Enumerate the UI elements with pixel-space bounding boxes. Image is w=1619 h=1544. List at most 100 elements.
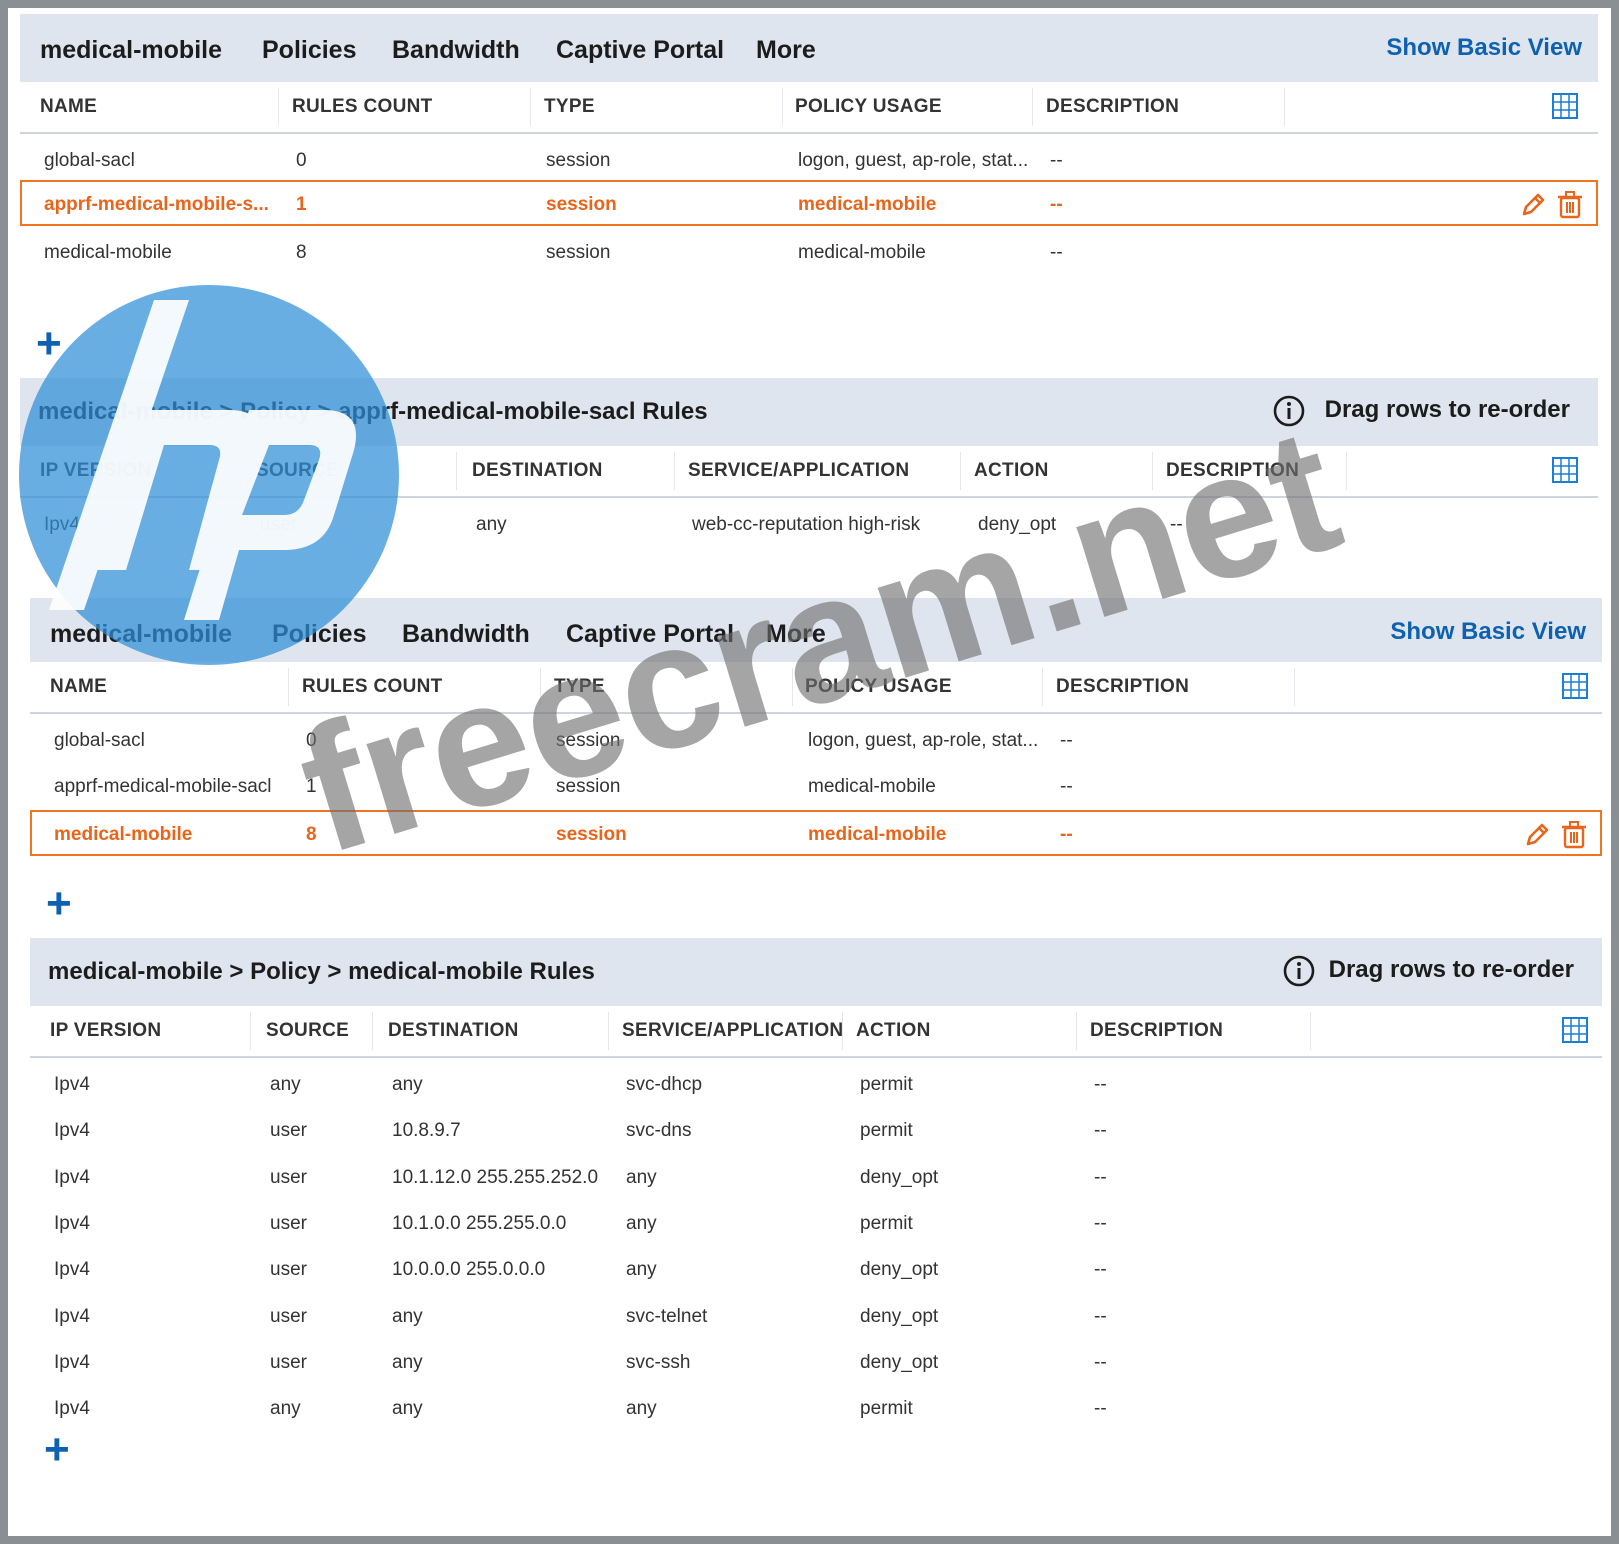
col-description[interactable]: DESCRIPTION <box>1046 96 1179 118</box>
column-grid-icon[interactable] <box>1562 673 1588 699</box>
rule-description: -- <box>1094 1120 1107 1142</box>
rule-ip-version: Ipv4 <box>54 1120 90 1142</box>
edit-pencil-icon[interactable] <box>1522 820 1552 850</box>
policy-row-global-sacl[interactable]: global-sacl 0 session logon, guest, ap-r… <box>30 718 1602 764</box>
breadcrumb: medical-mobile > Policy > apprf-medical-… <box>38 398 708 425</box>
col-name[interactable]: NAME <box>40 96 97 118</box>
rule-action: deny_opt <box>860 1351 939 1373</box>
rule-description: -- <box>1094 1166 1107 1188</box>
rule-service: any <box>626 1259 657 1281</box>
col-description[interactable]: DESCRIPTION <box>1166 460 1299 482</box>
breadcrumb: medical-mobile > Policy > medical-mobile… <box>48 958 595 985</box>
rule-service: svc-dns <box>626 1120 692 1142</box>
policy-type: session <box>546 194 617 215</box>
col-source[interactable]: SOURCE <box>256 460 339 482</box>
bottom-panel: medical-mobile Policies Bandwidth Captiv… <box>30 598 1602 1528</box>
tab-captive-portal[interactable]: Captive Portal <box>566 620 734 649</box>
info-icon <box>1273 395 1305 427</box>
tab-more[interactable]: More <box>766 620 826 649</box>
top-tab-bar: medical-mobile Policies Bandwidth Captiv… <box>20 14 1598 87</box>
policy-table-header: NAME RULES COUNT TYPE POLICY USAGE DESCR… <box>20 82 1598 134</box>
policy-row-medical-mobile-selected[interactable]: medical-mobile 8 session medical-mobile … <box>30 810 1602 856</box>
col-description[interactable]: DESCRIPTION <box>1090 1020 1223 1042</box>
policy-description: -- <box>1050 194 1063 215</box>
col-rules-count[interactable]: RULES COUNT <box>292 96 433 118</box>
tab-more[interactable]: More <box>756 36 816 65</box>
add-policy-button[interactable]: + <box>36 322 62 366</box>
col-service-application[interactable]: SERVICE/APPLICATION <box>688 460 909 482</box>
rule-service: web-cc-reputation high-risk <box>692 514 921 535</box>
col-service-application[interactable]: SERVICE/APPLICATION <box>622 1020 843 1042</box>
col-policy-usage[interactable]: POLICY USAGE <box>795 96 942 118</box>
show-basic-view-link[interactable]: Show Basic View <box>1386 34 1582 62</box>
column-grid-icon[interactable] <box>1552 93 1578 119</box>
add-rule-button[interactable]: + <box>44 1428 70 1472</box>
col-description[interactable]: DESCRIPTION <box>1056 676 1189 698</box>
show-basic-view-link[interactable]: Show Basic View <box>1390 618 1586 646</box>
policy-usage: medical-mobile <box>808 776 936 797</box>
rule-service: any <box>626 1212 657 1234</box>
policy-usage: logon, guest, ap-role, stat... <box>798 150 1029 171</box>
rule-row[interactable]: Ipv4 user any web-cc-reputation high-ris… <box>20 502 1598 548</box>
tab-bandwidth[interactable]: Bandwidth <box>392 36 520 65</box>
rules-table-header: IP VERSION SOURCE DESTINATION SERVICE/AP… <box>30 1006 1602 1058</box>
col-action[interactable]: ACTION <box>856 1020 931 1042</box>
policy-rules-count: 1 <box>296 194 307 215</box>
col-rules-count[interactable]: RULES COUNT <box>302 676 443 698</box>
rule-ip-version: Ipv4 <box>54 1398 90 1420</box>
rule-row[interactable]: Ipv4 any any svc-dhcp permit -- <box>30 1062 1602 1108</box>
row-actions <box>1518 190 1588 220</box>
col-source[interactable]: SOURCE <box>266 1020 349 1042</box>
rules-table-header: IP VERSION SOURCE DESTINATION SERVICE/AP… <box>20 446 1598 498</box>
rule-action: permit <box>860 1074 913 1095</box>
rule-ip-version: Ipv4 <box>54 1166 90 1188</box>
policy-description: -- <box>1060 776 1073 797</box>
col-action[interactable]: ACTION <box>974 460 1049 482</box>
rule-service: svc-telnet <box>626 1305 708 1327</box>
col-type[interactable]: TYPE <box>554 676 605 698</box>
col-type[interactable]: TYPE <box>544 96 595 118</box>
rule-description: -- <box>1094 1212 1107 1234</box>
col-policy-usage[interactable]: POLICY USAGE <box>805 676 952 698</box>
edit-pencil-icon[interactable] <box>1518 190 1548 220</box>
rule-description: -- <box>1094 1074 1107 1095</box>
col-destination[interactable]: DESTINATION <box>388 1020 519 1042</box>
delete-trash-icon[interactable] <box>1556 190 1584 220</box>
col-ip-version[interactable]: IP VERSION <box>40 460 151 482</box>
rule-row[interactable]: Ipv4 user 10.8.9.7 svc-dns permit -- <box>30 1108 1602 1154</box>
policy-row-apprf[interactable]: apprf-medical-mobile-sacl 1 session medi… <box>30 764 1602 810</box>
rule-service: any <box>626 1166 657 1188</box>
rule-row[interactable]: Ipv4 user any svc-ssh deny_opt -- <box>30 1340 1602 1386</box>
rule-row[interactable]: Ipv4 user 10.1.0.0 255.255.0.0 any permit -- <box>30 1201 1602 1247</box>
tab-policies[interactable]: Policies <box>256 620 384 671</box>
rule-ip-version: Ipv4 <box>44 514 80 535</box>
column-grid-icon[interactable] <box>1562 1017 1588 1043</box>
col-ip-version[interactable]: IP VERSION <box>50 1020 161 1042</box>
policy-rules-count: 1 <box>306 776 317 797</box>
policy-usage: logon, guest, ap-role, stat... <box>808 730 1039 751</box>
rule-source: user <box>270 1259 307 1281</box>
add-policy-button[interactable]: + <box>46 882 72 926</box>
policy-row-medical-mobile[interactable]: medical-mobile 8 session medical-mobile … <box>20 230 1598 276</box>
rule-action: deny_opt <box>860 1259 939 1281</box>
tab-captive-portal[interactable]: Captive Portal <box>556 36 724 65</box>
rule-action: deny_opt <box>860 1166 939 1188</box>
policy-row-apprf-selected[interactable]: apprf-medical-mobile-s... 1 session medi… <box>20 180 1598 226</box>
col-destination[interactable]: DESTINATION <box>472 460 603 482</box>
rule-row[interactable]: Ipv4 any any any permit -- <box>30 1386 1602 1432</box>
rule-row[interactable]: Ipv4 user 10.0.0.0 255.0.0.0 any deny_opt -- <box>30 1247 1602 1293</box>
rule-ip-version: Ipv4 <box>54 1074 90 1095</box>
tab-policies[interactable]: Policies <box>246 36 374 87</box>
col-name[interactable]: NAME <box>50 676 107 698</box>
rule-source: user <box>270 1166 307 1188</box>
rule-row[interactable]: Ipv4 user 10.1.12.0 255.255.252.0 any deny_o… <box>30 1155 1602 1201</box>
policy-table-header: NAME RULES COUNT TYPE POLICY USAGE DESCR… <box>30 662 1602 714</box>
tab-bandwidth[interactable]: Bandwidth <box>402 620 530 649</box>
rule-row[interactable]: Ipv4 user any svc-telnet deny_opt -- <box>30 1294 1602 1340</box>
column-grid-icon[interactable] <box>1552 457 1578 483</box>
delete-trash-icon[interactable] <box>1560 820 1588 850</box>
rule-destination: any <box>476 514 507 535</box>
policy-row-global-sacl[interactable]: global-sacl 0 session logon, guest, ap-r… <box>20 138 1598 184</box>
rule-description: -- <box>1094 1398 1107 1420</box>
rule-destination: any <box>392 1074 423 1095</box>
